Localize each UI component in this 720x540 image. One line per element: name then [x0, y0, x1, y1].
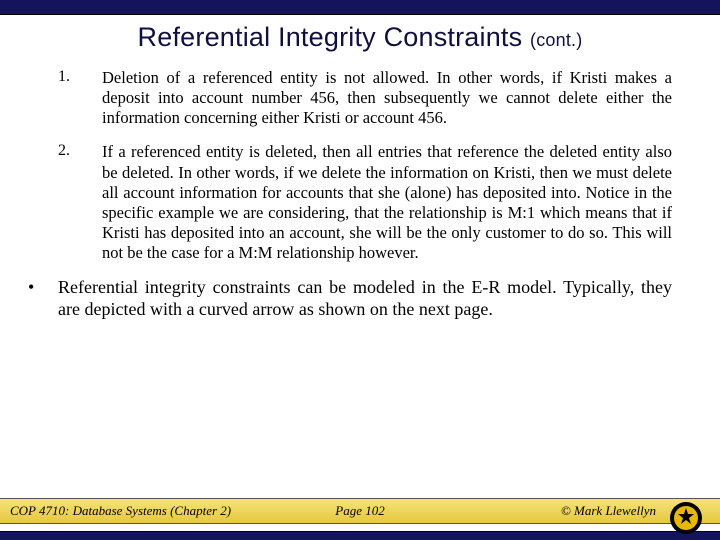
title-suffix: (cont.)	[530, 30, 582, 50]
slide-title: Referential Integrity Constraints (cont.…	[0, 22, 720, 53]
title-main: Referential Integrity Constraints	[138, 22, 523, 52]
footer: COP 4710: Database Systems (Chapter 2) P…	[0, 498, 720, 540]
list-item: 1. Deletion of a referenced entity is no…	[58, 68, 672, 128]
item-number: 2.	[58, 142, 102, 263]
item-text: Deletion of a referenced entity is not a…	[102, 68, 672, 128]
bullet-item: • Referential integrity constraints can …	[58, 277, 672, 321]
item-number: 1.	[58, 68, 102, 128]
bullet-symbol: •	[28, 277, 60, 321]
list-item: 2. If a referenced entity is deleted, th…	[58, 142, 672, 263]
bottom-stripe	[0, 531, 720, 540]
slide: Referential Integrity Constraints (cont.…	[0, 0, 720, 540]
footer-page: Page 102	[335, 503, 384, 519]
slide-body: 1. Deletion of a referenced entity is no…	[58, 68, 672, 482]
ucf-logo-icon	[668, 500, 704, 536]
item-text: If a referenced entity is deleted, then …	[102, 142, 672, 263]
footer-author: © Mark Llewellyn	[561, 503, 656, 519]
footer-course: COP 4710: Database Systems (Chapter 2)	[0, 503, 231, 519]
top-stripe	[0, 0, 720, 15]
footer-bar: COP 4710: Database Systems (Chapter 2) P…	[0, 498, 720, 524]
bullet-text: Referential integrity constraints can be…	[58, 277, 672, 321]
